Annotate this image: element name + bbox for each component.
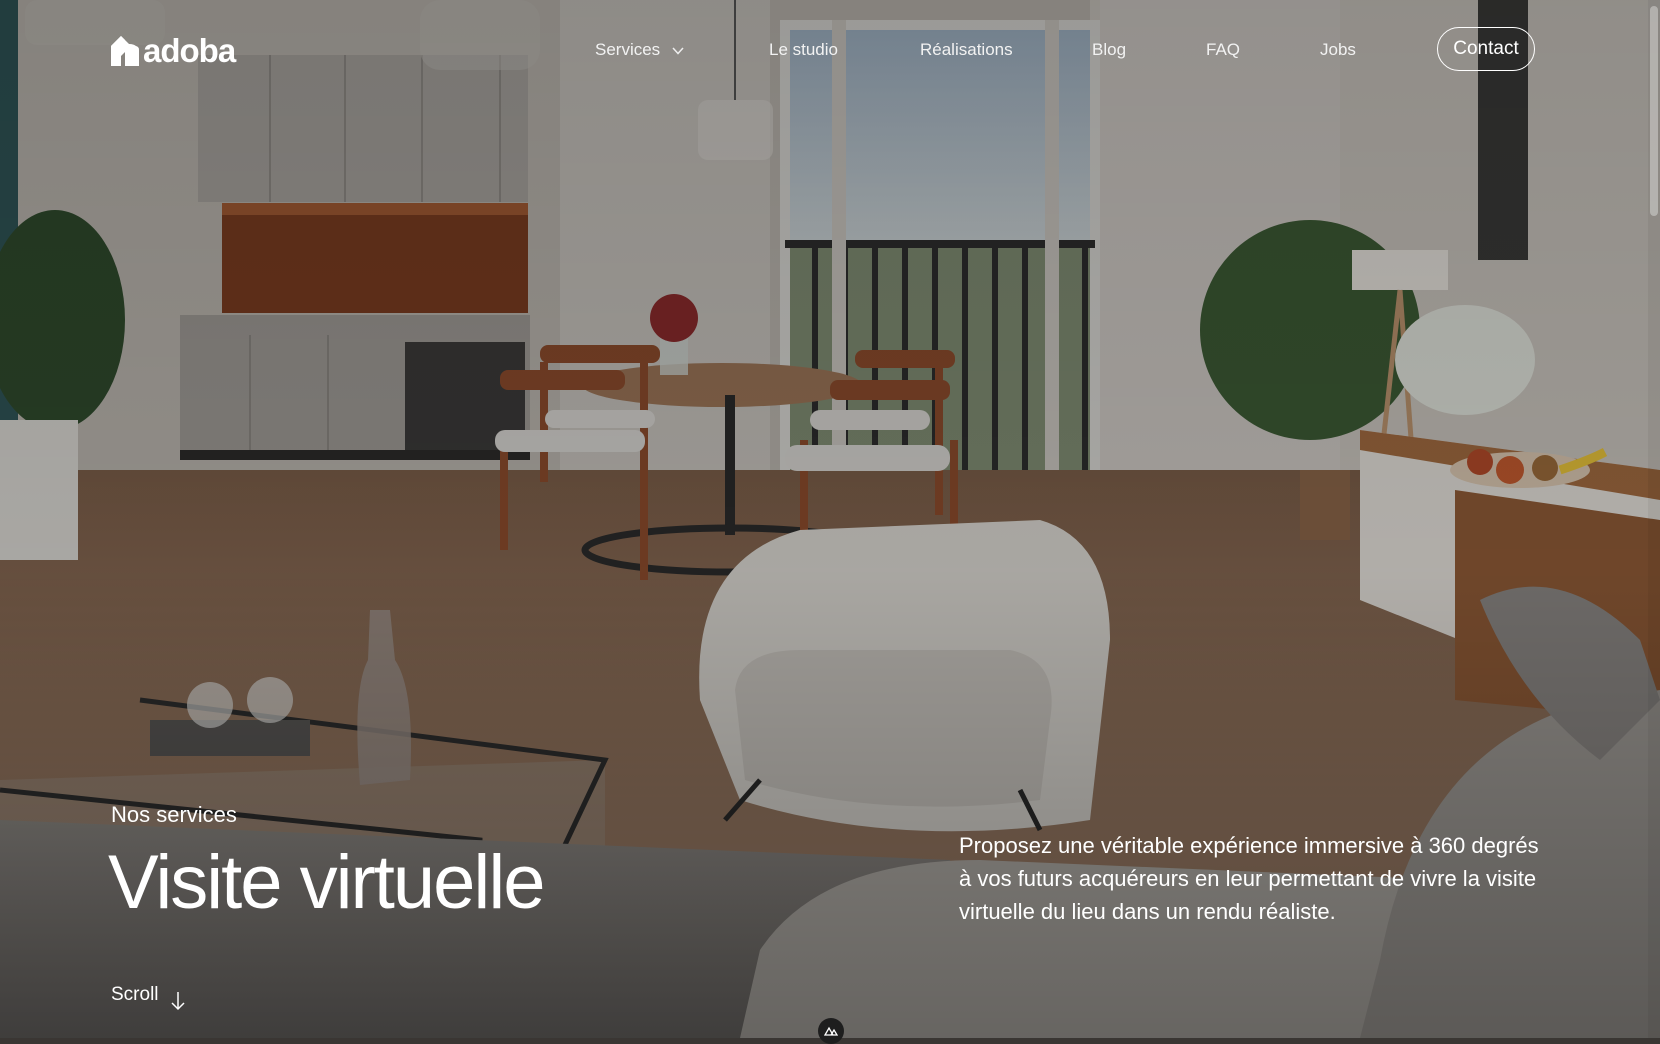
nav-item-realisations[interactable]: Réalisations bbox=[920, 38, 1013, 62]
brand-name: adoba bbox=[143, 32, 236, 69]
brand-logo[interactable]: adoba bbox=[111, 32, 236, 69]
contact-button[interactable]: Contact bbox=[1437, 27, 1535, 71]
hero-title: Visite virtuelle bbox=[108, 840, 545, 925]
logo-mark-icon bbox=[111, 35, 139, 66]
nav-item-jobs[interactable]: Jobs bbox=[1320, 38, 1356, 62]
scroll-down-link[interactable]: Scroll bbox=[111, 983, 185, 1011]
nuxt-logo-icon bbox=[824, 1026, 838, 1036]
devtools-badge[interactable] bbox=[818, 1018, 844, 1044]
nav-item-le-studio[interactable]: Le studio bbox=[769, 38, 838, 62]
scroll-label: Scroll bbox=[111, 984, 159, 1005]
hero-eyebrow: Nos services bbox=[111, 802, 237, 827]
nav-item-blog[interactable]: Blog bbox=[1092, 38, 1126, 62]
page-scrollbar[interactable] bbox=[1648, 0, 1660, 1038]
hero-description: Proposez une véritable expérience immers… bbox=[959, 833, 1539, 924]
nav-item-faq[interactable]: FAQ bbox=[1206, 38, 1240, 62]
scrollbar-thumb[interactable] bbox=[1650, 6, 1658, 216]
nav-item-services[interactable]: Services bbox=[595, 38, 684, 62]
nav-item-label: Services bbox=[595, 40, 661, 59]
chevron-down-icon bbox=[672, 47, 684, 55]
arrow-down-icon bbox=[170, 992, 185, 1011]
